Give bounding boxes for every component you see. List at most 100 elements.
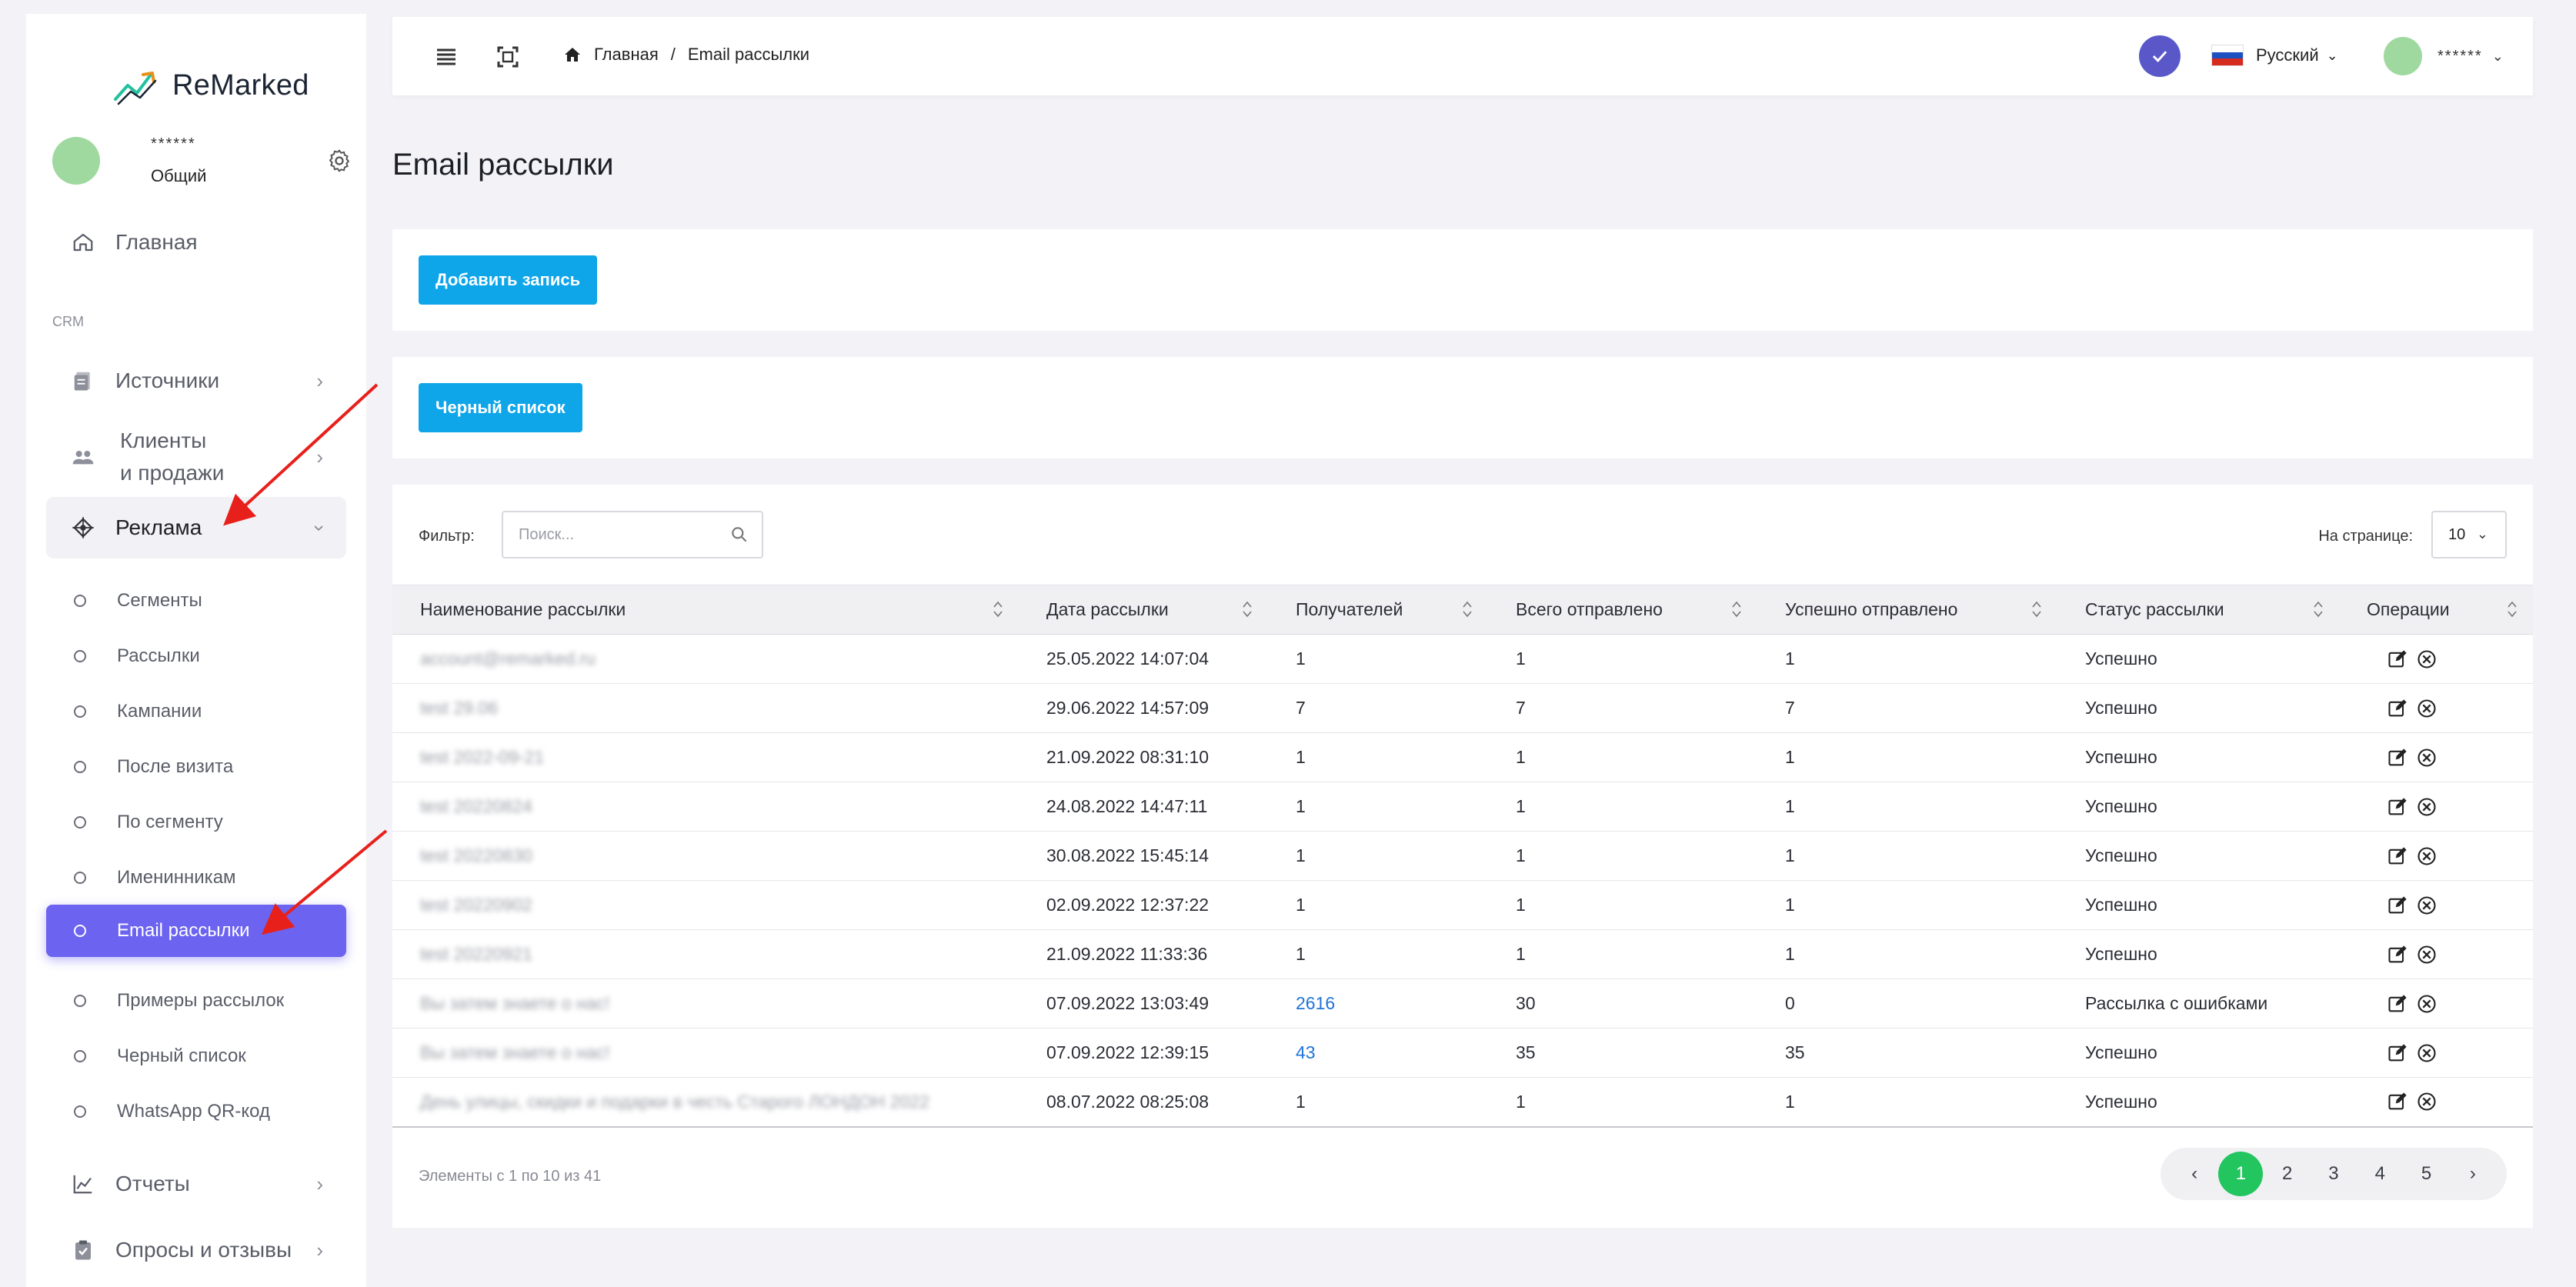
search-input[interactable]	[519, 525, 726, 544]
edit-icon[interactable]	[2387, 895, 2408, 916]
mailing-name[interactable]: test 29.06	[392, 683, 1019, 733]
sidebar-item-reports[interactable]: Отчеты ›	[46, 1155, 346, 1212]
pagination-next[interactable]: ›	[2451, 1152, 2495, 1196]
mailing-name[interactable]: День улицы, скидки и подарки в честь Ста…	[392, 1077, 1019, 1128]
sidebar-subitem-email-mailings[interactable]: Email рассылки	[46, 905, 346, 957]
delete-icon[interactable]	[2416, 944, 2438, 965]
recipients-link[interactable]: 43	[1296, 1042, 1316, 1062]
mailing-name[interactable]: test 20220921	[392, 929, 1019, 979]
column-header-label: Всего отправлено	[1516, 599, 1663, 619]
sidebar-subitem-after-visit[interactable]: После визита	[46, 742, 346, 792]
table-row[interactable]: account@remarked.ru 25.05.2022 14:07:04 …	[392, 634, 2533, 684]
operations-cell	[2339, 1028, 2533, 1078]
user-menu[interactable]: ****** ⌄	[2384, 37, 2504, 75]
table-row[interactable]: Вы затем знаете о нас! 07.09.2022 13:03:…	[392, 979, 2533, 1029]
table-row[interactable]: test 20220824 24.08.2022 14:47:11 1 1 1 …	[392, 782, 2533, 832]
breadcrumb-home[interactable]: Главная	[594, 45, 659, 65]
sort-icon	[993, 601, 1003, 618]
column-header-label: Успешно отправлено	[1785, 599, 1958, 619]
bullet-icon	[74, 925, 86, 937]
sidebar-subitem-blacklist[interactable]: Черный список	[46, 1031, 346, 1082]
sidebar-subitem-campaigns[interactable]: Кампании	[46, 686, 346, 737]
edit-icon[interactable]	[2387, 747, 2408, 769]
mailing-name[interactable]: Вы затем знаете о нас!	[392, 1028, 1019, 1078]
notifications-check-button[interactable]	[2139, 35, 2181, 77]
bullet-icon	[74, 816, 86, 829]
operations-cell	[2339, 979, 2533, 1029]
table-row[interactable]: test 29.06 29.06.2022 14:57:09 7 7 7 Усп…	[392, 683, 2533, 733]
delete-icon[interactable]	[2416, 895, 2438, 916]
home-icon[interactable]	[563, 45, 582, 64]
sidebar-item-advertising[interactable]: Реклама ›	[46, 497, 346, 558]
edit-icon[interactable]	[2387, 944, 2408, 965]
table-row[interactable]: test 2022-09-21 21.09.2022 08:31:10 1 1 …	[392, 732, 2533, 782]
mailing-name[interactable]: Вы затем знаете о нас!	[392, 979, 1019, 1029]
pagination-page[interactable]: 2	[2265, 1152, 2310, 1196]
mailing-name[interactable]: test 20220902	[392, 880, 1019, 930]
mailing-name[interactable]: account@remarked.ru	[392, 634, 1019, 684]
user-name: ******	[151, 135, 196, 152]
mailing-name[interactable]: test 20220824	[392, 782, 1019, 832]
table-row[interactable]: test 20220921 21.09.2022 11:33:36 1 1 1 …	[392, 929, 2533, 979]
sidebar-subitem-by-segment[interactable]: По сегменту	[46, 797, 346, 848]
per-page-value: 10	[2448, 525, 2466, 543]
delete-icon[interactable]	[2416, 698, 2438, 719]
search-field[interactable]	[502, 511, 763, 558]
search-icon[interactable]	[729, 525, 749, 545]
sort-icon	[1463, 601, 1472, 618]
table-row[interactable]: День улицы, скидки и подарки в честь Ста…	[392, 1077, 2533, 1128]
sidebar-subitem-birthdays[interactable]: Именинникам	[46, 852, 346, 903]
delete-icon[interactable]	[2416, 845, 2438, 867]
blacklist-button[interactable]: Черный список	[419, 383, 582, 432]
avatar[interactable]	[52, 137, 100, 185]
table-row[interactable]: Вы затем знаете о нас! 07.09.2022 12:39:…	[392, 1028, 2533, 1078]
delete-icon[interactable]	[2416, 796, 2438, 818]
fullscreen-icon[interactable]	[494, 43, 522, 71]
language-selector[interactable]: Русский ⌄	[2211, 45, 2338, 66]
column-header[interactable]: Всего отправлено	[1488, 585, 1757, 635]
column-header[interactable]: Успешно отправлено	[1757, 585, 2057, 635]
delete-icon[interactable]	[2416, 747, 2438, 769]
sidebar-item-clients[interactable]: Клиенты и продажи ›	[46, 420, 346, 494]
sidebar-item-home[interactable]: Главная	[46, 214, 346, 271]
column-header[interactable]: Дата рассылки	[1019, 585, 1268, 635]
column-header[interactable]: Операции	[2339, 585, 2533, 635]
pagination-page[interactable]: 1	[2218, 1152, 2264, 1196]
mailing-name[interactable]: test 20220830	[392, 831, 1019, 881]
table-row[interactable]: test 20220902 02.09.2022 12:37:22 1 1 1 …	[392, 880, 2533, 930]
app-logo[interactable]: ReMarked	[112, 51, 309, 120]
sidebar-subitem-examples[interactable]: Примеры рассылок	[46, 975, 346, 1026]
menu-icon[interactable]	[432, 43, 460, 71]
total-sent: 1	[1488, 831, 1757, 881]
delete-icon[interactable]	[2416, 1042, 2438, 1064]
pagination-page[interactable]: 4	[2357, 1152, 2402, 1196]
delete-icon[interactable]	[2416, 993, 2438, 1015]
per-page-select[interactable]: 10 ⌄	[2431, 511, 2507, 558]
pagination-page[interactable]: 5	[2404, 1152, 2449, 1196]
edit-icon[interactable]	[2387, 1042, 2408, 1064]
delete-icon[interactable]	[2416, 1091, 2438, 1112]
pagination-page[interactable]: 3	[2311, 1152, 2356, 1196]
column-header[interactable]: Получателей	[1268, 585, 1488, 635]
chevron-down-icon: ⌄	[2476, 526, 2488, 542]
sidebar-subitem-segments[interactable]: Сегменты	[46, 575, 346, 626]
delete-icon[interactable]	[2416, 649, 2438, 670]
sidebar-subitem-whatsapp[interactable]: WhatsApp QR-код	[46, 1086, 346, 1137]
edit-icon[interactable]	[2387, 993, 2408, 1015]
gear-icon[interactable]	[326, 148, 352, 174]
mailing-name[interactable]: test 2022-09-21	[392, 732, 1019, 782]
edit-icon[interactable]	[2387, 1091, 2408, 1112]
sidebar-item-sources[interactable]: Источники ›	[46, 352, 346, 409]
add-record-button[interactable]: Добавить запись	[419, 255, 598, 305]
table-row[interactable]: test 20220830 30.08.2022 15:45:14 1 1 1 …	[392, 831, 2533, 881]
column-header[interactable]: Статус рассылки	[2057, 585, 2339, 635]
edit-icon[interactable]	[2387, 796, 2408, 818]
edit-icon[interactable]	[2387, 698, 2408, 719]
edit-icon[interactable]	[2387, 649, 2408, 670]
sidebar-item-surveys[interactable]: Опросы и отзывы ›	[46, 1222, 346, 1279]
edit-icon[interactable]	[2387, 845, 2408, 867]
pagination-prev[interactable]: ‹	[2172, 1152, 2217, 1196]
recipients-link[interactable]: 2616	[1296, 993, 1335, 1013]
sidebar-subitem-mailings[interactable]: Рассылки	[46, 631, 346, 682]
column-header[interactable]: Наименование рассылки	[392, 585, 1019, 635]
